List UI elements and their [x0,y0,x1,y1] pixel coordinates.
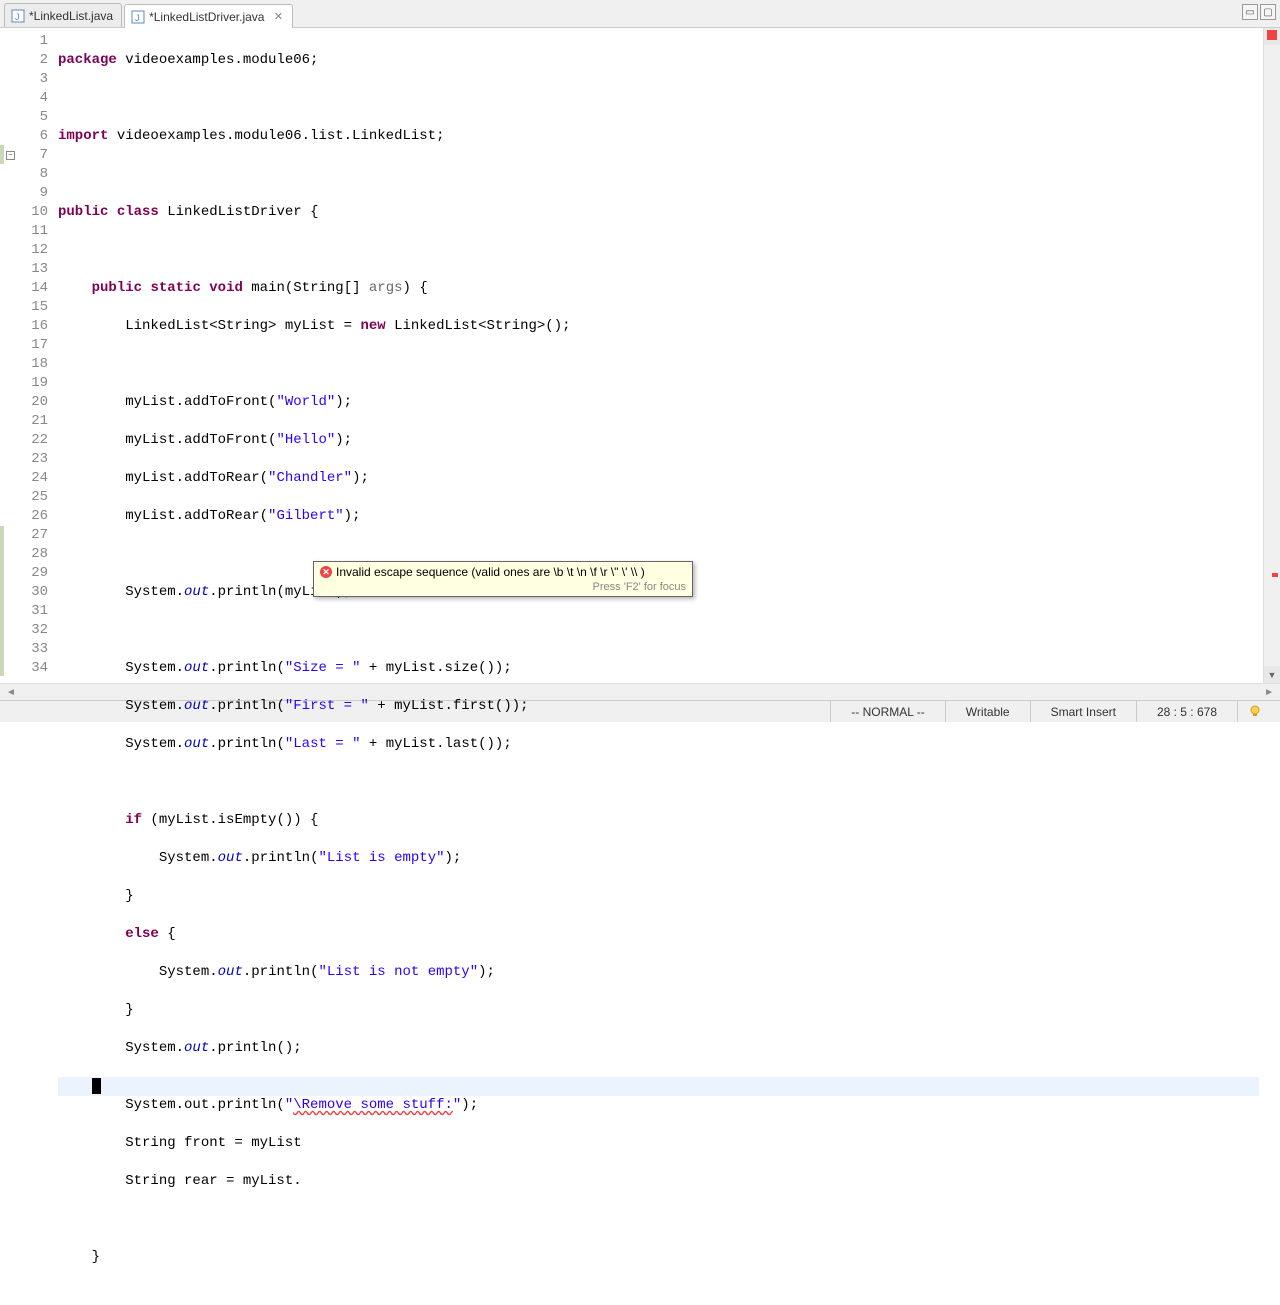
error-icon: ✕ [320,566,332,578]
editor-tabbar: J *LinkedList.java J *LinkedListDriver.j… [0,0,1280,28]
keyword: package [58,52,117,68]
tab-linkedlistdriver[interactable]: J *LinkedListDriver.java ✕ [124,4,293,28]
tooltip-hint: Press 'F2' for focus [320,581,686,593]
keyword: void [209,280,243,296]
overview-error-mark[interactable] [1272,573,1278,577]
java-file-icon: J [11,9,25,23]
scroll-down-icon[interactable]: ▼ [1264,666,1280,683]
tab-controls: ▭ ▢ [1242,4,1276,20]
tooltip-message: Invalid escape sequence (valid ones are … [336,565,645,579]
svg-text:J: J [15,12,20,22]
fold-toggle-icon[interactable]: − [6,151,15,160]
keyword: class [117,204,159,220]
tab-label: *LinkedListDriver.java [149,10,264,24]
keyword: else [125,926,159,942]
close-icon[interactable]: ✕ [272,11,284,23]
scroll-left-icon[interactable]: ◄ [2,687,20,698]
keyword: if [125,812,142,828]
tab-linkedlist[interactable]: J *LinkedList.java [4,3,122,27]
java-file-icon: J [131,10,145,24]
error-tooltip: ✕ Invalid escape sequence (valid ones ar… [313,561,693,597]
change-strip [0,28,8,683]
cursor [92,1078,101,1094]
vertical-scrollbar[interactable]: ▲ ▼ [1263,28,1280,683]
keyword: new [360,318,385,334]
keyword: static [150,280,200,296]
minimize-view-icon[interactable]: ▭ [1242,4,1258,20]
line-gutter[interactable]: 1 2 3 4 5 6 −7 8 9 10 11 12 13 14 15 16 … [8,28,54,683]
keyword: public [92,280,142,296]
overview-error-summary-icon[interactable] [1267,30,1277,40]
keyword: import [58,128,108,144]
tab-label: *LinkedList.java [29,9,113,23]
error-span: \Remove some stuff: [293,1097,453,1113]
keyword: public [58,204,108,220]
svg-text:J: J [135,13,140,23]
current-line [58,1077,1259,1096]
maximize-view-icon[interactable]: ▢ [1260,4,1276,20]
